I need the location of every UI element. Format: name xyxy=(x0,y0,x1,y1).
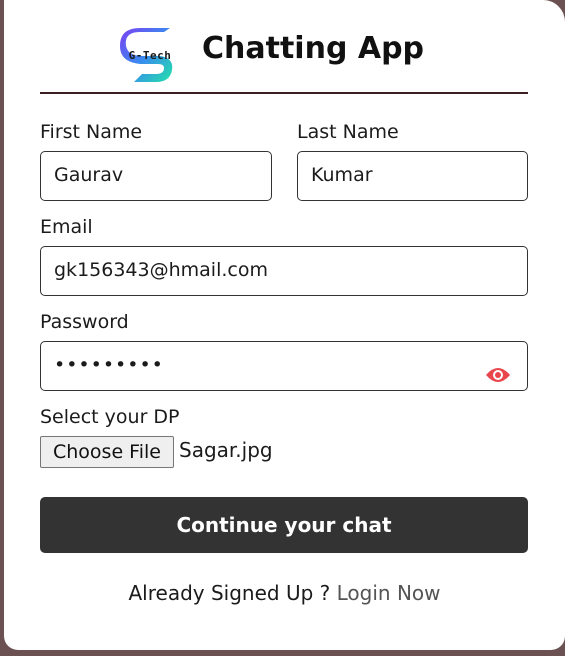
app-title: Chatting App xyxy=(202,31,425,66)
login-prompt-text: Already Signed Up ? xyxy=(128,581,337,605)
password-value: ••••••••• xyxy=(54,354,164,376)
choose-file-button[interactable]: Choose File xyxy=(40,436,174,468)
app-logo: G-Tech xyxy=(120,28,180,86)
last-name-field[interactable]: Kumar xyxy=(297,151,528,201)
logo-text: G-Tech xyxy=(128,49,172,62)
eye-icon[interactable] xyxy=(485,356,511,382)
password-field[interactable]: ••••••••• xyxy=(40,341,528,391)
last-name-label: Last Name xyxy=(297,121,399,143)
login-prompt: Already Signed Up ? Login Now xyxy=(4,581,565,605)
login-now-link[interactable]: Login Now xyxy=(337,581,441,605)
dp-label: Select your DP xyxy=(40,406,180,428)
first-name-label: First Name xyxy=(40,121,143,143)
email-field[interactable]: gk156343@hmail.com xyxy=(40,246,528,296)
first-name-field[interactable]: Gaurav xyxy=(40,151,272,201)
password-label: Password xyxy=(40,311,129,333)
signup-card: G-Tech Chatting App First Name Last Name… xyxy=(4,0,565,650)
header: G-Tech Chatting App xyxy=(40,22,528,94)
email-label: Email xyxy=(40,216,93,238)
selected-file-name: Sagar.jpg xyxy=(179,438,273,462)
continue-chat-button[interactable]: Continue your chat xyxy=(40,497,528,553)
